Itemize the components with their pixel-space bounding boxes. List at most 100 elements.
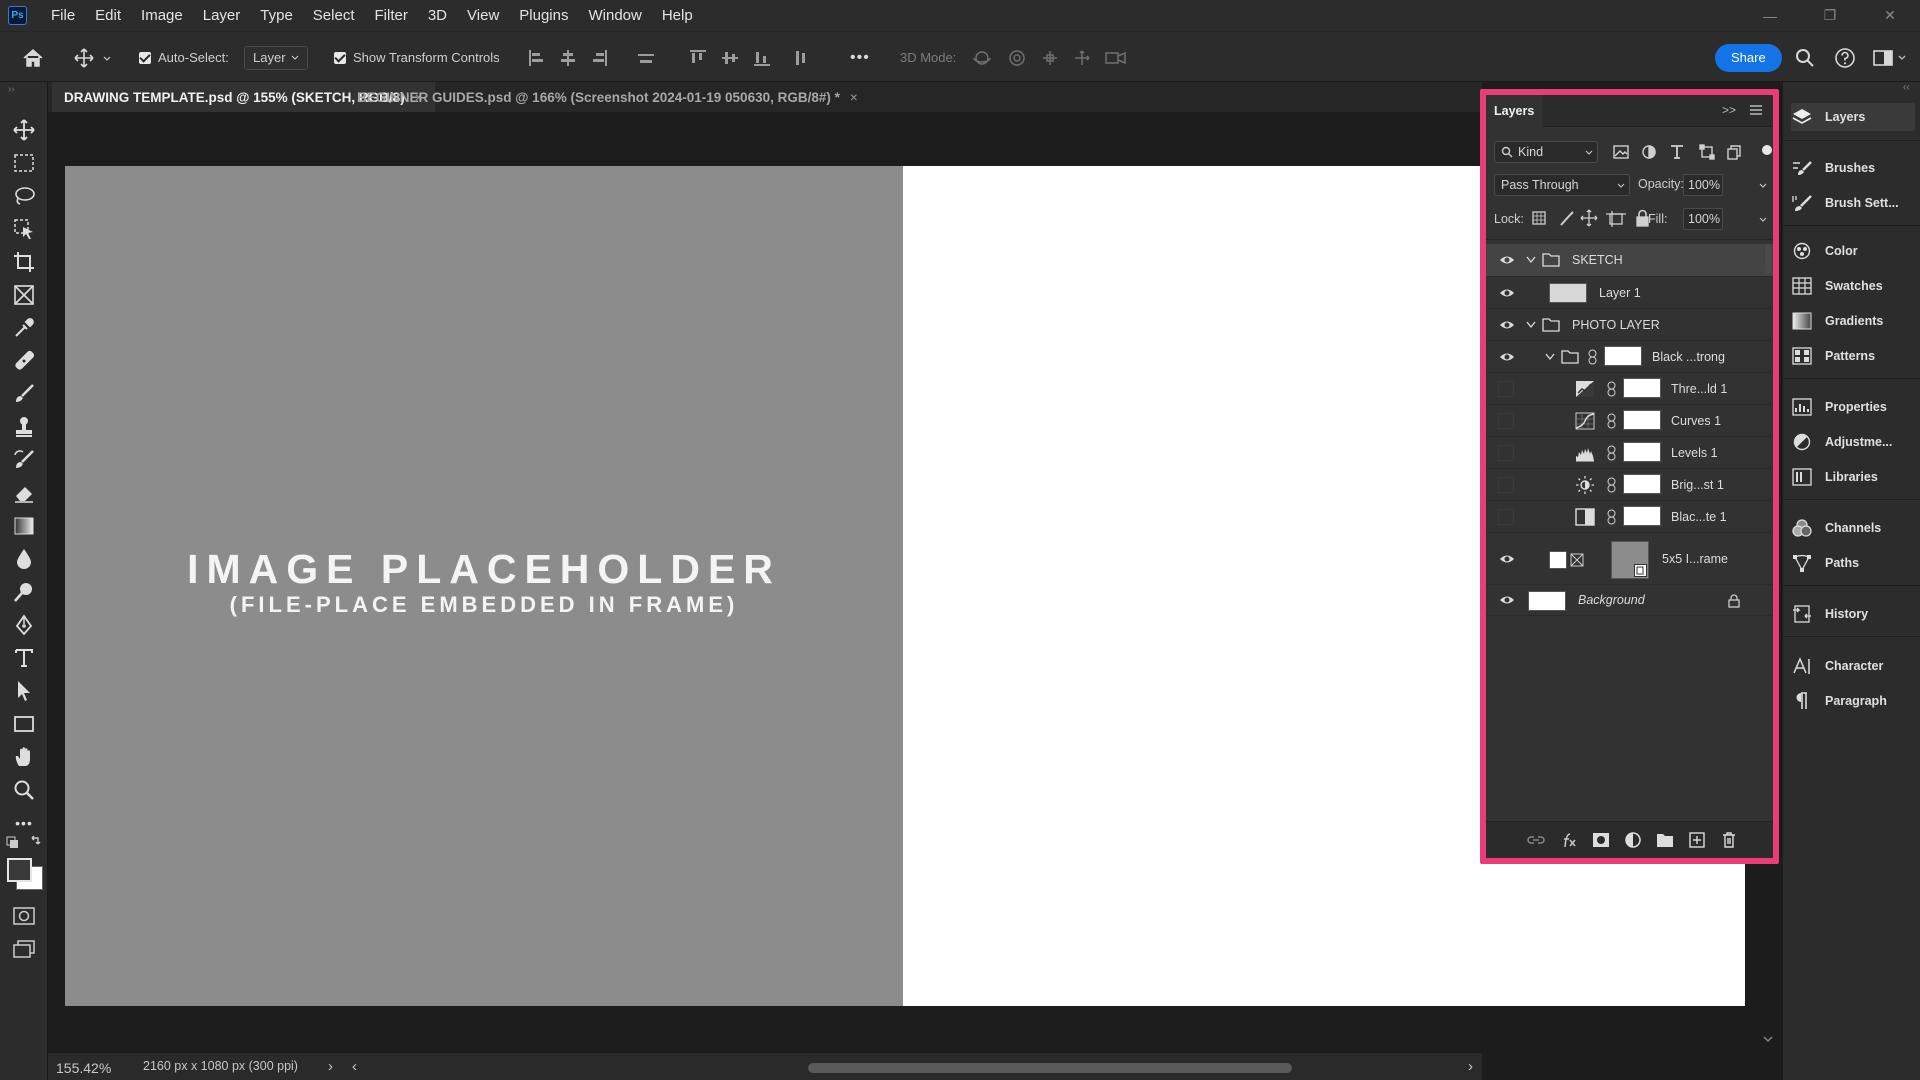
dock-item-color[interactable]: Color	[1791, 237, 1915, 265]
blur-tool-icon[interactable]	[10, 545, 38, 573]
edit-toolbar-icon[interactable]: •••	[10, 809, 38, 837]
show-transform-checkbox[interactable]: Show Transform Controls	[334, 32, 500, 83]
menu-select[interactable]: Select	[303, 0, 365, 31]
visibility-toggle[interactable]	[1498, 413, 1514, 429]
delete-layer-icon[interactable]	[1722, 831, 1736, 848]
mask-thumbnail[interactable]	[1623, 506, 1661, 526]
eye-icon[interactable]	[1499, 592, 1515, 608]
brush-tool-icon[interactable]	[10, 380, 38, 408]
lasso-tool-icon[interactable]	[10, 182, 38, 210]
dock-item-brushes[interactable]: Brushes	[1791, 154, 1915, 182]
fx-icon[interactable]	[1559, 831, 1579, 849]
menu-help[interactable]: Help	[652, 0, 703, 31]
layer-name[interactable]: 5x5 I...rame	[1662, 552, 1728, 566]
layer-row-background[interactable]: Background	[1486, 584, 1773, 616]
layer-row-layer1[interactable]: Layer 1	[1486, 276, 1773, 308]
layer-name[interactable]: Curves 1	[1671, 414, 1721, 428]
type-tool-icon[interactable]	[10, 644, 38, 672]
visibility-toggle[interactable]	[1498, 477, 1514, 493]
dock-item-paths[interactable]: Paths	[1791, 549, 1915, 577]
eyedropper-tool-icon[interactable]	[10, 314, 38, 342]
mask-thumbnail[interactable]	[1623, 410, 1661, 430]
dock-item-properties[interactable]: Properties	[1791, 393, 1915, 421]
layers-scrollbar[interactable]	[1765, 244, 1771, 274]
healing-brush-tool-icon[interactable]	[10, 347, 38, 375]
auto-select-checkbox[interactable]: Auto-Select:	[139, 32, 229, 83]
link-icon[interactable]	[1588, 349, 1597, 365]
crop-tool-icon[interactable]	[10, 248, 38, 276]
menu-3d[interactable]: 3D	[418, 0, 457, 31]
collapse-toolbar-icon[interactable]: ››	[8, 84, 15, 95]
layer-name[interactable]: Background	[1578, 593, 1645, 607]
visibility-toggle[interactable]	[1498, 445, 1514, 461]
opacity-input[interactable]: 100%	[1683, 174, 1723, 196]
layer-row-curves[interactable]: Curves 1	[1486, 404, 1773, 436]
menu-type[interactable]: Type	[250, 0, 303, 31]
adjustment-layer-icon[interactable]	[1624, 831, 1642, 849]
gradient-tool-icon[interactable]	[10, 512, 38, 540]
layers-tab[interactable]: Layers	[1486, 95, 1543, 127]
layer-row-black-white[interactable]: Blac...te 1	[1486, 500, 1773, 532]
link-icon[interactable]	[1607, 413, 1616, 429]
mask-thumbnail[interactable]	[1604, 346, 1642, 366]
pen-tool-icon[interactable]	[10, 611, 38, 639]
layer-name[interactable]: Thre...ld 1	[1671, 382, 1727, 396]
hand-tool-icon[interactable]	[10, 743, 38, 771]
layer-name[interactable]: Layer 1	[1599, 286, 1641, 300]
status-menu-arrow[interactable]: ›	[328, 1058, 333, 1075]
link-icon[interactable]	[1607, 381, 1616, 397]
object-selection-tool-icon[interactable]	[10, 215, 38, 243]
menu-plugins[interactable]: Plugins	[509, 0, 578, 31]
lock-icon[interactable]	[1728, 594, 1740, 608]
menu-filter[interactable]: Filter	[365, 0, 418, 31]
scroll-left-arrow[interactable]: ‹	[352, 1058, 357, 1075]
menu-window[interactable]: Window	[578, 0, 651, 31]
scroll-right-arrow[interactable]: ›	[1468, 1058, 1473, 1075]
lock-buttons[interactable]	[1530, 208, 1660, 228]
home-icon[interactable]	[22, 32, 44, 83]
chevron-down-icon[interactable]	[1545, 353, 1555, 361]
layer-row-photo-layer[interactable]: PHOTO LAYER	[1486, 308, 1773, 340]
eye-icon[interactable]	[1499, 551, 1515, 567]
link-icon[interactable]	[1607, 445, 1616, 461]
filter-kind-dropdown[interactable]: Kind	[1494, 141, 1598, 163]
clone-stamp-tool-icon[interactable]	[10, 413, 38, 441]
search-icon[interactable]	[1795, 32, 1815, 83]
dock-item-brush-settings[interactable]: Brush Sett...	[1791, 189, 1915, 217]
dock-item-paragraph[interactable]: Paragraph	[1791, 687, 1915, 715]
dock-item-gradients[interactable]: Gradients	[1791, 307, 1915, 335]
layer-name[interactable]: SKETCH	[1572, 253, 1623, 267]
mask-thumbnail[interactable]	[1623, 378, 1661, 398]
menu-image[interactable]: Image	[131, 0, 193, 31]
history-brush-tool-icon[interactable]	[10, 446, 38, 474]
workspace-icon[interactable]	[1872, 32, 1912, 83]
menu-edit[interactable]: Edit	[85, 0, 131, 31]
layer-name[interactable]: Levels 1	[1671, 446, 1718, 460]
zoom-tool-icon[interactable]	[10, 776, 38, 804]
layer-row-levels[interactable]: Levels 1	[1486, 436, 1773, 468]
new-layer-icon[interactable]	[1689, 832, 1705, 848]
tab-beginner-guides[interactable]: BEGINNER GUIDES.psd @ 166% (Screenshot 2…	[345, 82, 991, 112]
help-icon[interactable]	[1834, 32, 1856, 83]
dock-item-history[interactable]: History	[1791, 600, 1915, 628]
link-icon[interactable]	[1607, 509, 1616, 525]
fill-input[interactable]: 100%	[1683, 208, 1723, 230]
link-icon[interactable]	[1607, 477, 1616, 493]
chevron-down-icon[interactable]	[1762, 1035, 1776, 1049]
add-mask-icon[interactable]	[1592, 832, 1610, 848]
layer-name[interactable]: Black ...trong	[1652, 350, 1725, 364]
rectangle-tool-icon[interactable]	[10, 710, 38, 738]
collapse-dock-icon[interactable]: ‹‹	[1903, 82, 1910, 93]
new-group-icon[interactable]	[1656, 832, 1674, 848]
visibility-toggle[interactable]	[1498, 381, 1514, 397]
mask-thumbnail[interactable]	[1623, 474, 1661, 494]
dock-item-layers[interactable]: Layers	[1791, 103, 1915, 131]
chevron-down-icon[interactable]	[1526, 321, 1536, 329]
layer-name[interactable]: PHOTO LAYER	[1572, 318, 1660, 332]
layer-row-brightness[interactable]: Brig...st 1	[1486, 468, 1773, 500]
fill-slider-icon[interactable]	[1759, 217, 1767, 222]
layer-name[interactable]: Brig...st 1	[1671, 478, 1724, 492]
mask-thumbnail[interactable]	[1623, 442, 1661, 462]
eye-icon[interactable]	[1499, 285, 1515, 301]
minimize-button[interactable]: —	[1740, 0, 1800, 31]
